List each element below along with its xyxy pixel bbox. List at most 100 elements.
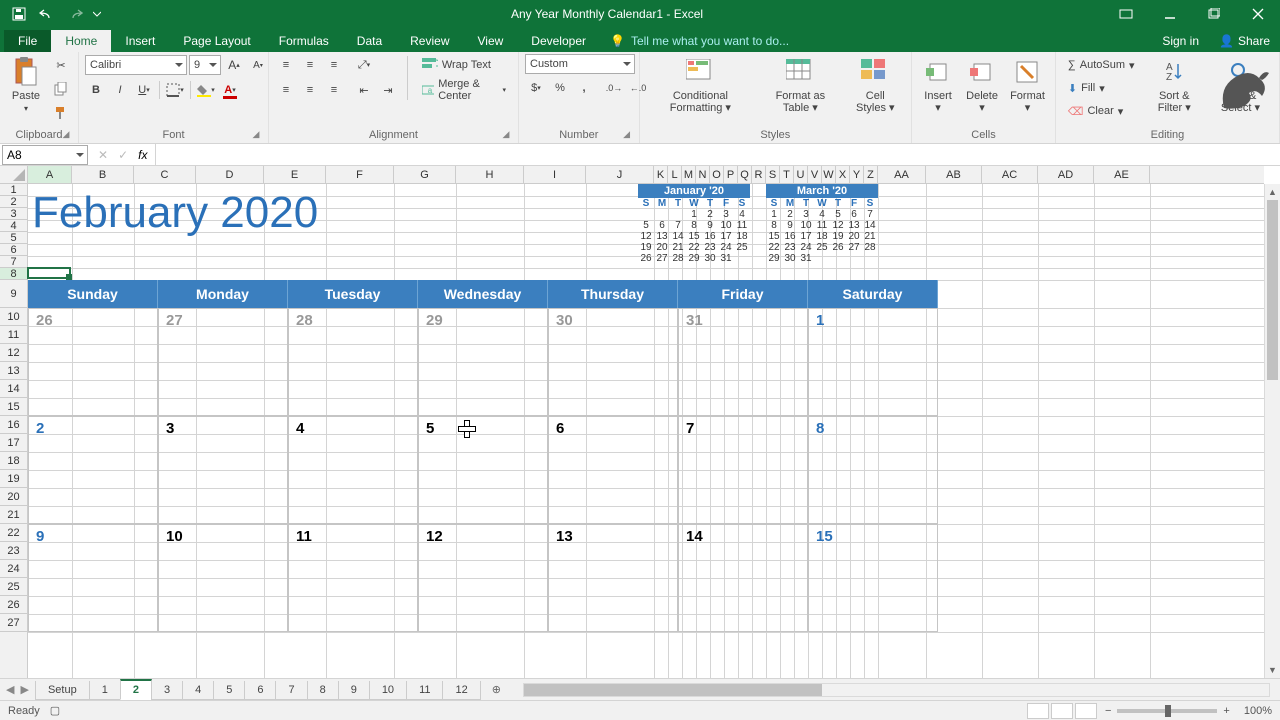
col-header-AD[interactable]: AD	[1038, 166, 1094, 183]
accounting-format-icon[interactable]: $▾	[525, 77, 547, 99]
col-header-T[interactable]: T	[780, 166, 794, 183]
wrap-text-button[interactable]: Wrap Text	[416, 54, 512, 76]
scroll-down-icon[interactable]: ▼	[1265, 662, 1280, 678]
row-header-23[interactable]: 23	[0, 542, 27, 560]
qat-customize-icon[interactable]	[90, 2, 104, 26]
tab-page-layout[interactable]: Page Layout	[169, 30, 264, 52]
col-header-H[interactable]: H	[456, 166, 524, 183]
col-header-AA[interactable]: AA	[878, 166, 926, 183]
align-right-icon[interactable]: ≡	[323, 79, 345, 101]
row-header-20[interactable]: 20	[0, 488, 27, 506]
row-header-11[interactable]: 11	[0, 326, 27, 344]
sheet-tab-setup[interactable]: Setup	[35, 681, 90, 700]
sheet-tab-4[interactable]: 4	[182, 681, 214, 700]
tab-review[interactable]: Review	[396, 30, 463, 52]
row-header-22[interactable]: 22	[0, 524, 27, 542]
scroll-thumb[interactable]	[1267, 200, 1278, 380]
conditional-formatting-button[interactable]: Conditional Formatting ▾	[646, 54, 756, 116]
zoom-in-icon[interactable]: +	[1223, 705, 1229, 717]
alignment-dialog-icon[interactable]: ◢	[500, 129, 512, 141]
align-top-icon[interactable]: ≡	[275, 54, 297, 76]
underline-icon[interactable]: U▾	[133, 79, 155, 101]
row-header-25[interactable]: 25	[0, 578, 27, 596]
clipboard-dialog-icon[interactable]: ◢	[60, 129, 72, 141]
borders-icon[interactable]: ▾	[164, 79, 186, 101]
save-icon[interactable]	[6, 2, 32, 26]
sheet-tab-3[interactable]: 3	[151, 681, 183, 700]
col-header-O[interactable]: O	[710, 166, 724, 183]
sheet-tab-9[interactable]: 9	[338, 681, 370, 700]
col-header-G[interactable]: G	[394, 166, 456, 183]
normal-view-icon[interactable]	[1027, 703, 1049, 719]
sign-in[interactable]: Sign in	[1152, 30, 1209, 52]
row-header-7[interactable]: 7	[0, 256, 27, 268]
fill-color-icon[interactable]: ▾	[195, 79, 217, 101]
row-header-10[interactable]: 10	[0, 308, 27, 326]
comma-format-icon[interactable]: ,	[573, 77, 595, 99]
col-header-L[interactable]: L	[668, 166, 682, 183]
col-header-V[interactable]: V	[808, 166, 822, 183]
col-header-F[interactable]: F	[326, 166, 394, 183]
tab-home[interactable]: Home	[51, 30, 111, 52]
percent-format-icon[interactable]: %	[549, 77, 571, 99]
decrease-indent-icon[interactable]: ⇤	[353, 79, 375, 101]
paste-button[interactable]: Paste▾	[6, 54, 46, 117]
clear-button[interactable]: ⌫Clear ▾	[1062, 100, 1141, 122]
sheet-tab-8[interactable]: 8	[307, 681, 339, 700]
col-header-J[interactable]: J	[586, 166, 654, 183]
row-header-24[interactable]: 24	[0, 560, 27, 578]
tab-data[interactable]: Data	[343, 30, 396, 52]
row-header-17[interactable]: 17	[0, 434, 27, 452]
select-all-button[interactable]	[0, 166, 28, 184]
macro-record-icon[interactable]: ▢	[50, 704, 60, 717]
increase-decimal-icon[interactable]: .0→	[603, 77, 625, 99]
fill-button[interactable]: ⬇Fill ▾	[1062, 77, 1141, 99]
col-header-N[interactable]: N	[696, 166, 710, 183]
col-header-X[interactable]: X	[836, 166, 850, 183]
col-header-AB[interactable]: AB	[926, 166, 982, 183]
orientation-icon[interactable]: ⤢▾	[353, 54, 375, 76]
tell-me[interactable]: 💡Tell me what you want to do...	[600, 30, 799, 52]
col-header-W[interactable]: W	[822, 166, 836, 183]
row-header-15[interactable]: 15	[0, 398, 27, 416]
autosum-button[interactable]: ∑AutoSum ▾	[1062, 54, 1141, 76]
merge-center-button[interactable]: aMerge & Center ▾	[416, 79, 512, 101]
format-painter-icon[interactable]	[50, 102, 72, 124]
font-dialog-icon[interactable]: ◢	[250, 129, 262, 141]
font-size-combo[interactable]: 9	[189, 55, 221, 75]
row-header-16[interactable]: 16	[0, 416, 27, 434]
row-header-19[interactable]: 19	[0, 470, 27, 488]
sheet-tab-6[interactable]: 6	[244, 681, 276, 700]
cut-icon[interactable]: ✂	[50, 54, 72, 76]
share-button[interactable]: 👤Share	[1209, 30, 1280, 52]
col-header-E[interactable]: E	[264, 166, 326, 183]
undo-icon[interactable]	[34, 2, 60, 26]
sort-filter-button[interactable]: AZSort & Filter ▾	[1145, 54, 1204, 116]
cells-area[interactable]: February 2020SundayMondayTuesdayWednesda…	[28, 184, 1264, 678]
col-header-C[interactable]: C	[134, 166, 196, 183]
row-header-26[interactable]: 26	[0, 596, 27, 614]
format-cells-button[interactable]: Format▾	[1006, 54, 1049, 116]
ribbon-display-icon[interactable]	[1104, 0, 1148, 28]
tab-developer[interactable]: Developer	[517, 30, 600, 52]
row-header-13[interactable]: 13	[0, 362, 27, 380]
row-header-12[interactable]: 12	[0, 344, 27, 362]
increase-indent-icon[interactable]: ⇥	[377, 79, 399, 101]
row-header-8[interactable]: 8	[0, 268, 27, 280]
col-header-S[interactable]: S	[766, 166, 780, 183]
enter-formula-icon[interactable]: ✓	[114, 148, 132, 162]
col-header-AC[interactable]: AC	[982, 166, 1038, 183]
col-header-M[interactable]: M	[682, 166, 696, 183]
redo-icon[interactable]	[62, 2, 88, 26]
row-header-1[interactable]: 1	[0, 184, 27, 196]
font-color-icon[interactable]: A▾	[219, 79, 241, 101]
name-box[interactable]: A8	[2, 145, 88, 165]
align-bottom-icon[interactable]: ≡	[323, 54, 345, 76]
align-middle-icon[interactable]: ≡	[299, 54, 321, 76]
sheet-tab-5[interactable]: 5	[213, 681, 245, 700]
font-name-combo[interactable]: Calibri	[85, 55, 187, 75]
tab-insert[interactable]: Insert	[111, 30, 169, 52]
sheet-tab-1[interactable]: 1	[89, 681, 121, 700]
close-icon[interactable]	[1236, 0, 1280, 28]
row-header-3[interactable]: 3	[0, 208, 27, 220]
